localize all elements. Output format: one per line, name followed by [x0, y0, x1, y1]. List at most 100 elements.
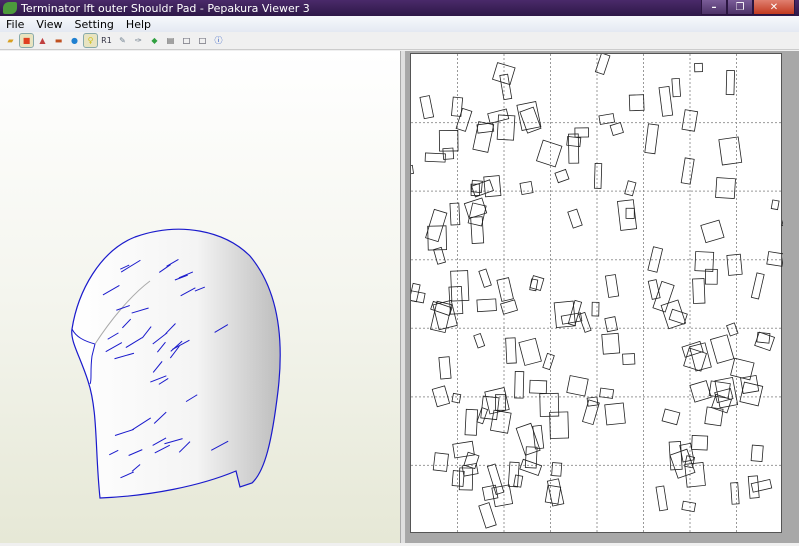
pattern-part [681, 109, 699, 132]
pattern-part [411, 164, 414, 176]
pattern-part [689, 342, 712, 372]
pattern-part [542, 352, 555, 371]
pattern-part [604, 402, 626, 426]
paper-sheet [410, 53, 783, 534]
pattern-part [598, 113, 616, 125]
pattern-part [518, 337, 542, 366]
2d-pattern-pane[interactable] [406, 51, 799, 543]
pattern-part [544, 484, 562, 505]
pattern-part [551, 462, 563, 477]
texture-icon[interactable]: ● [68, 34, 81, 47]
pattern-part [574, 127, 589, 138]
pattern-part [473, 332, 486, 349]
pattern-part [516, 101, 542, 131]
pattern-part [452, 440, 475, 459]
pattern-part [529, 379, 548, 394]
pattern-part [566, 375, 589, 397]
pattern-part [781, 213, 783, 231]
select-icon[interactable]: ◆ [148, 34, 161, 47]
pattern-part [464, 408, 479, 436]
pattern-part [770, 199, 780, 211]
pattern-part [476, 407, 489, 425]
pattern-part [604, 316, 619, 333]
minimize-button[interactable]: – [701, 0, 727, 15]
menu-view[interactable]: View [30, 18, 68, 31]
pattern-part [644, 123, 659, 155]
menu-setting[interactable]: Setting [69, 18, 120, 31]
pattern-part [519, 180, 534, 196]
pattern-part [546, 478, 565, 507]
pattern-part [658, 85, 674, 117]
title-bar: Terminator lft outer Shouldr Pad - Pepak… [0, 0, 799, 16]
pattern-part [726, 322, 739, 337]
pattern-part [472, 121, 495, 153]
pattern-part [715, 177, 736, 200]
layout-icon[interactable]: ▬ [52, 34, 65, 47]
info-icon[interactable]: ⓘ [212, 34, 225, 47]
pattern-part [424, 152, 446, 163]
pattern-part [691, 435, 709, 451]
pattern-part [593, 162, 603, 189]
pattern-part [500, 299, 519, 315]
pattern-part [730, 482, 740, 505]
r1-icon[interactable]: R1 [100, 34, 113, 47]
pattern-part [700, 219, 725, 244]
pattern-part [514, 371, 525, 399]
pattern-part [438, 356, 452, 380]
printer-icon[interactable]: ▤ [164, 34, 177, 47]
pattern-part [694, 62, 703, 73]
pattern-part [625, 207, 635, 219]
light-bulb-icon[interactable]: ♀ [83, 33, 98, 48]
page2-icon[interactable]: □ [196, 34, 209, 47]
settings-icon[interactable]: ✎ [116, 34, 129, 47]
pattern-part [568, 133, 580, 164]
pattern-part [470, 216, 485, 244]
print-icon[interactable]: ▲ [36, 34, 49, 47]
pattern-part [681, 500, 697, 513]
menu-help[interactable]: Help [120, 18, 157, 31]
menu-bar: File View Setting Help [0, 16, 799, 32]
pattern-part [507, 461, 520, 488]
pattern-part [478, 502, 497, 529]
pattern-part [515, 422, 541, 456]
pattern-part [591, 301, 600, 317]
unfolded-parts [411, 54, 783, 534]
3d-view-icon[interactable]: ■ [19, 33, 34, 48]
pattern-part [471, 179, 494, 198]
pattern-part [660, 299, 687, 330]
pattern-part [601, 332, 621, 355]
pattern-part [750, 478, 773, 493]
pattern-part [486, 463, 505, 496]
pattern-part [496, 277, 514, 302]
pattern-part [624, 180, 637, 197]
open-folder-icon[interactable]: ▰ [4, 34, 17, 47]
pattern-part [411, 282, 421, 303]
pattern-part [594, 54, 611, 75]
maximize-button[interactable]: ❐ [727, 0, 753, 15]
pattern-part [432, 452, 449, 472]
pattern-part [628, 94, 645, 112]
pattern-part [492, 62, 516, 86]
pattern-part [476, 298, 497, 313]
wrench-icon[interactable]: ✑ [132, 34, 145, 47]
pattern-part [450, 270, 470, 302]
page-icon[interactable]: □ [180, 34, 193, 47]
pattern-part [505, 337, 517, 364]
pattern-part [709, 334, 735, 364]
pattern-part [451, 470, 465, 487]
3d-view-pane[interactable] [0, 51, 400, 543]
pattern-part [617, 199, 638, 231]
3d-model [71, 228, 281, 499]
pattern-part [489, 409, 512, 434]
pattern-part [661, 408, 681, 426]
close-button[interactable]: ✕ [753, 0, 795, 15]
pattern-part [647, 279, 661, 300]
pattern-part [622, 353, 636, 366]
pattern-part [726, 253, 743, 276]
pattern-part [449, 202, 461, 226]
pattern-part [766, 251, 783, 267]
pattern-part [725, 70, 735, 96]
pattern-part [431, 385, 451, 408]
menu-file[interactable]: File [0, 18, 30, 31]
pattern-part [554, 168, 570, 184]
